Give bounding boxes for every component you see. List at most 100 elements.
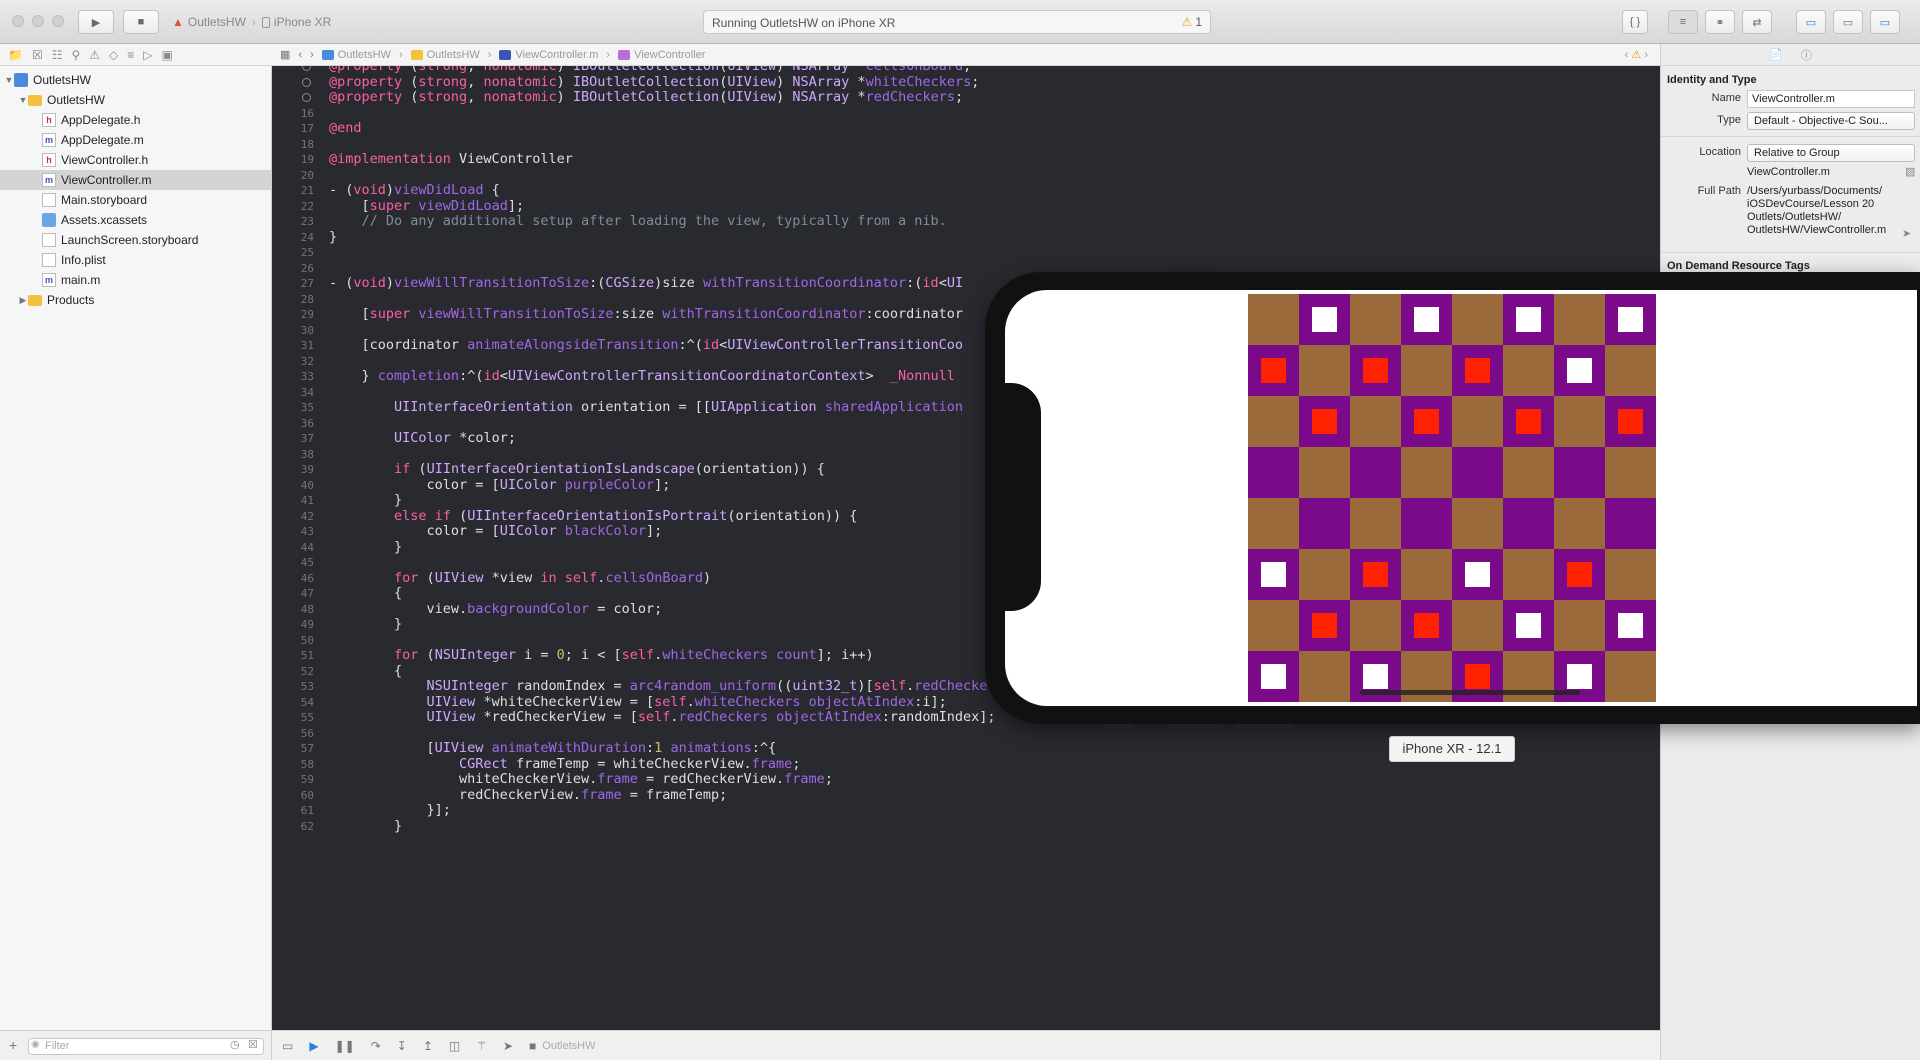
view-debugger-icon[interactable]: ◫ xyxy=(449,1039,460,1053)
breakpoints-toggle-icon[interactable]: ▶ xyxy=(309,1039,318,1053)
folder-icon[interactable]: 📁 xyxy=(8,48,23,62)
library-button[interactable]: { } xyxy=(1622,10,1648,34)
breadcrumb-item[interactable]: ViewController.m xyxy=(499,49,598,61)
disclosure-open-icon[interactable]: ▼ xyxy=(4,75,14,85)
warning-icon: ⚠ xyxy=(1181,15,1193,29)
breakpoint-icon[interactable]: ▷ xyxy=(143,48,152,62)
toggle-navigator-button[interactable]: ▭ xyxy=(1796,10,1826,34)
navigator-item[interactable]: ▶ Products xyxy=(0,290,271,310)
warning-icon: ⚠ xyxy=(1631,49,1642,61)
scheme-selector[interactable]: ▲ OutletsHW › iPhone XR xyxy=(172,11,331,33)
add-icon[interactable]: + xyxy=(9,1037,17,1053)
breadcrumb-item[interactable]: OutletsHW xyxy=(410,48,480,61)
search-icon[interactable]: ⚲ xyxy=(71,48,80,62)
breadcrumb-item[interactable]: OutletsHW xyxy=(321,49,391,61)
scm-filter-icon[interactable]: ☒ xyxy=(248,1038,258,1051)
step-over-icon[interactable]: ↷ xyxy=(371,1039,381,1053)
navigator-item-label: OutletsHW xyxy=(47,93,106,107)
memory-graph-icon[interactable]: ⚚ xyxy=(476,1039,487,1053)
standard-editor-button[interactable]: ≡ xyxy=(1668,10,1698,34)
white-checker xyxy=(1261,562,1286,587)
navigator-item[interactable]: h AppDelegate.h xyxy=(0,110,271,130)
white-checker xyxy=(1312,307,1337,332)
hierarchy-icon[interactable]: ☷ xyxy=(52,48,63,62)
navigator-item-label: ViewController.m xyxy=(61,173,152,187)
location-label: Location xyxy=(1699,146,1741,158)
name-field[interactable]: ViewController.m xyxy=(1747,90,1915,108)
run-button[interactable]: ▶ xyxy=(78,10,114,34)
navigator-item-label: LaunchScreen.storyboard xyxy=(61,233,199,247)
outlet-connection-icon[interactable] xyxy=(302,93,311,102)
warning-count: 1 xyxy=(1195,15,1202,29)
toggle-debug-area-button[interactable]: ▭ xyxy=(1833,10,1863,34)
reveal-arrow-icon[interactable]: ➤ xyxy=(1902,227,1911,240)
navigator-item-label: ViewController.h xyxy=(61,153,149,167)
pause-icon[interactable]: ❚❚ xyxy=(335,1039,355,1053)
navigator-item[interactable]: m ViewController.m xyxy=(0,170,271,190)
breadcrumb-item[interactable]: ViewController xyxy=(618,49,705,61)
navigator-item[interactable]: Info.plist xyxy=(0,250,271,270)
forward-icon[interactable]: › xyxy=(310,49,314,61)
navigator-item[interactable]: Assets.xcassets xyxy=(0,210,271,230)
breadcrumb-label: OutletsHW xyxy=(426,48,480,61)
outlet-connection-icon[interactable] xyxy=(302,77,311,87)
navigator-item[interactable]: m main.m xyxy=(0,270,271,290)
back-icon[interactable]: ‹ xyxy=(298,49,302,61)
zoom-window-button[interactable] xyxy=(52,15,64,27)
hide-debug-icon[interactable]: ▭ xyxy=(282,1039,293,1053)
location-popup[interactable]: Relative to Group xyxy=(1747,144,1915,162)
navigator-item[interactable]: h ViewController.h xyxy=(0,150,271,170)
step-out-icon[interactable]: ↥ xyxy=(423,1039,433,1053)
simulator-screen[interactable] xyxy=(1005,290,1917,706)
navigator-item[interactable]: ▼ OutletsHW xyxy=(0,90,271,110)
source-control-icon[interactable]: ☒ xyxy=(32,48,43,62)
target-icon: ■ xyxy=(529,1038,537,1053)
navigator-item-label: main.m xyxy=(61,273,101,287)
navigator-item[interactable]: ▼ OutletsHW xyxy=(0,70,271,90)
file-inspector-icon[interactable]: 📄 xyxy=(1769,48,1783,61)
board-cell xyxy=(1452,498,1503,549)
disclosure-open-icon[interactable]: ▼ xyxy=(18,95,28,105)
type-label: Type xyxy=(1717,114,1741,126)
home-indicator[interactable] xyxy=(1360,690,1580,695)
folder-icon[interactable]: ▧ xyxy=(1905,165,1915,178)
step-into-icon[interactable]: ↧ xyxy=(397,1039,407,1053)
header-file-icon: h xyxy=(42,113,56,127)
navigator-item[interactable]: LaunchScreen.storyboard xyxy=(0,230,271,250)
code-line[interactable]: 62 } xyxy=(272,817,1660,836)
recent-icon[interactable]: ◷ xyxy=(230,1038,240,1051)
type-popup[interactable]: Default - Objective-C Sou... xyxy=(1747,112,1915,130)
location-icon[interactable]: ➤ xyxy=(503,1039,513,1053)
document-icon xyxy=(42,193,56,207)
board-cell xyxy=(1350,447,1401,498)
version-editor-button[interactable]: ⇄ xyxy=(1742,10,1772,34)
assistant-editor-button[interactable]: ⚭ xyxy=(1705,10,1735,34)
chevron-right-icon: › xyxy=(398,48,403,61)
outlet-connection-icon[interactable] xyxy=(302,66,311,71)
disclosure-closed-icon[interactable]: ▶ xyxy=(18,295,28,306)
navigator-item[interactable]: m AppDelegate.m xyxy=(0,130,271,150)
board-cell xyxy=(1452,549,1503,600)
debug-icon[interactable]: ≡ xyxy=(127,48,134,62)
board-cell xyxy=(1299,447,1350,498)
scheme-name: OutletsHW xyxy=(187,15,246,29)
white-checker xyxy=(1567,664,1592,689)
navigator-item-label: Products xyxy=(47,293,95,307)
issue-navigation[interactable]: ‹ ⚠ › xyxy=(1625,48,1648,61)
navigator-item[interactable]: Main.storyboard xyxy=(0,190,271,210)
warning-indicator[interactable]: ⚠ 1 xyxy=(1182,15,1202,29)
minimize-window-button[interactable] xyxy=(32,15,44,27)
filter-input[interactable]: Filter xyxy=(28,1038,264,1055)
toggle-inspector-button[interactable]: ▭ xyxy=(1870,10,1900,34)
iphone-simulator-window[interactable] xyxy=(985,268,1920,728)
line-number[interactable]: 62 xyxy=(272,817,314,836)
stop-button[interactable]: ■ xyxy=(123,10,159,34)
related-items-icon[interactable]: ▦ xyxy=(280,48,290,61)
quick-help-icon[interactable]: ⓘ xyxy=(1801,47,1812,63)
folder-icon xyxy=(28,294,42,306)
report-icon[interactable]: ▣ xyxy=(162,48,173,62)
test-icon[interactable]: ◇ xyxy=(109,48,118,62)
close-window-button[interactable] xyxy=(12,15,24,27)
issue-icon[interactable]: ⚠ xyxy=(89,48,100,62)
board-cell xyxy=(1554,447,1605,498)
